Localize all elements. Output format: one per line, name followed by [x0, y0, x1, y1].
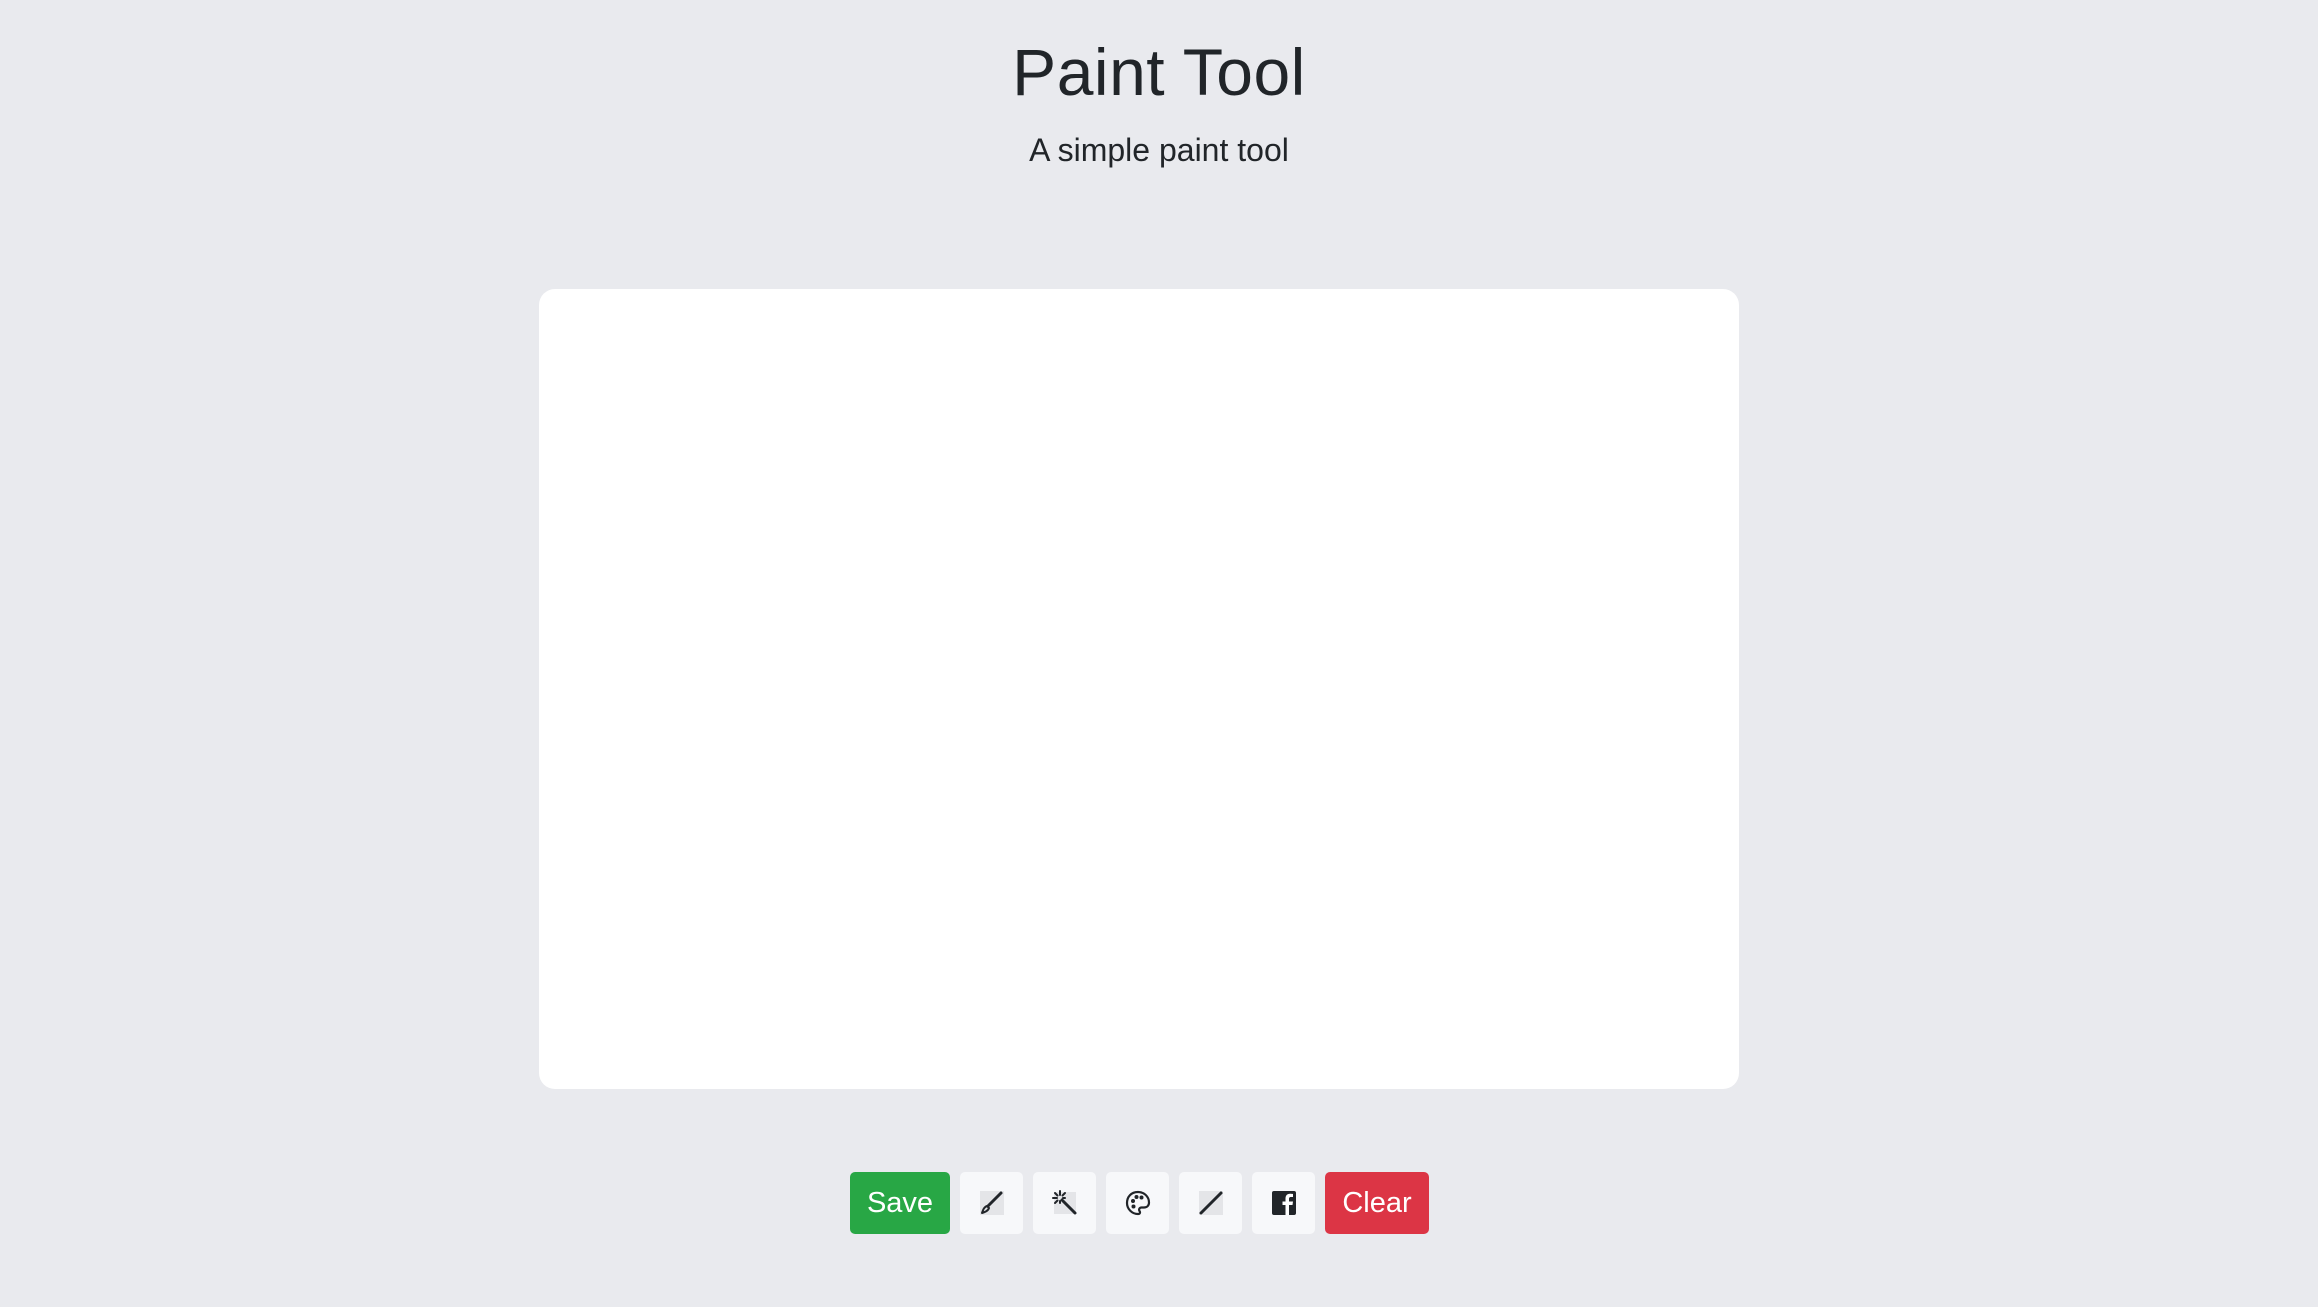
- drawing-canvas[interactable]: [539, 289, 1739, 1089]
- facebook-icon: [1269, 1188, 1299, 1218]
- magic-tool-button[interactable]: [1033, 1172, 1096, 1234]
- pencil-line-icon: [1196, 1188, 1226, 1218]
- magic-wand-icon: [1050, 1188, 1080, 1218]
- page-subtitle: A simple paint tool: [1029, 132, 1289, 168]
- clear-button[interactable]: Clear: [1325, 1172, 1429, 1234]
- toolbar: Save Clear: [850, 1172, 1429, 1234]
- paintbrush-icon: [977, 1188, 1007, 1218]
- brush-tool-button[interactable]: [960, 1172, 1023, 1234]
- palette-icon: [1123, 1188, 1153, 1218]
- palette-tool-button[interactable]: [1106, 1172, 1169, 1234]
- page-title: Paint Tool: [1012, 35, 1306, 109]
- line-tool-button[interactable]: [1179, 1172, 1242, 1234]
- facebook-share-button[interactable]: [1252, 1172, 1315, 1234]
- save-button[interactable]: Save: [850, 1172, 950, 1234]
